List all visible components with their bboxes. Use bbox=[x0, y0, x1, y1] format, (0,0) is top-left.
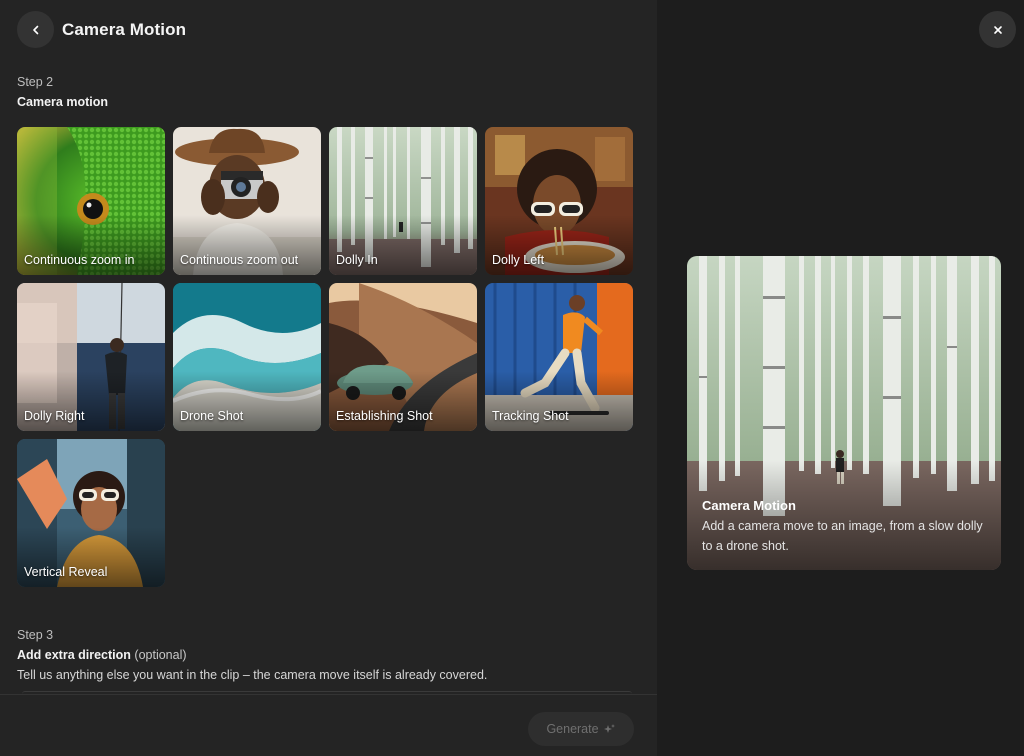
motion-card-label: Drone Shot bbox=[180, 409, 244, 423]
close-button[interactable] bbox=[979, 11, 1016, 48]
optional-label: (optional) bbox=[134, 648, 187, 662]
preview-description: Add a camera move to an image, from a sl… bbox=[702, 519, 983, 553]
sparkle-icon bbox=[603, 723, 615, 733]
preview-panel: Camera Motion Add a camera move to an im… bbox=[657, 0, 1024, 756]
motion-card-label: Dolly In bbox=[336, 253, 378, 267]
panel-header: Camera Motion bbox=[17, 11, 186, 48]
motion-card-establishing-shot[interactable]: Establishing Shot bbox=[329, 283, 477, 431]
motion-card-tracking-shot[interactable]: Tracking Shot bbox=[485, 283, 633, 431]
motion-card-label: Dolly Right bbox=[24, 409, 85, 423]
step2-label: Step 2 bbox=[17, 75, 54, 89]
motion-card-label: Establishing Shot bbox=[336, 409, 433, 423]
footer-divider bbox=[0, 694, 657, 695]
generate-button[interactable]: Generate bbox=[528, 712, 634, 746]
preview-title: Camera Motion bbox=[702, 498, 796, 513]
motion-card-dolly-right[interactable]: Dolly Right bbox=[17, 283, 165, 431]
motion-card-continuous-zoom-in[interactable]: Continuous zoom in bbox=[17, 127, 165, 275]
motion-card-dolly-left[interactable]: Dolly Left bbox=[485, 127, 633, 275]
step2-title: Camera motion bbox=[17, 95, 108, 109]
back-button[interactable] bbox=[17, 11, 54, 48]
configuration-panel: Camera Motion Step 2 Camera motion Conti… bbox=[0, 0, 657, 756]
motion-card-drone-shot[interactable]: Drone Shot bbox=[173, 283, 321, 431]
motion-card-vertical-reveal[interactable]: Vertical Reveal bbox=[17, 439, 165, 587]
chevron-left-icon bbox=[32, 25, 38, 34]
page-title: Camera Motion bbox=[62, 19, 187, 39]
generate-label: Generate bbox=[546, 722, 599, 736]
motion-card-label: Dolly Left bbox=[492, 253, 545, 267]
motion-card-continuous-zoom-out[interactable]: Continuous zoom out bbox=[173, 127, 321, 275]
motion-card-label: Continuous zoom out bbox=[180, 253, 299, 267]
motion-card-label: Continuous zoom in bbox=[24, 253, 135, 267]
preview-card: Camera Motion Add a camera move to an im… bbox=[687, 256, 1001, 570]
step3-label: Step 3 bbox=[17, 628, 54, 642]
motion-card-dolly-in[interactable]: Dolly In bbox=[329, 127, 477, 275]
motion-card-label: Vertical Reveal bbox=[24, 565, 108, 579]
close-icon bbox=[993, 25, 1002, 34]
app-window: Camera Motion Step 2 Camera motion Conti… bbox=[0, 0, 1024, 756]
motion-card-label: Tracking Shot bbox=[492, 409, 569, 423]
step3-title-text: Add extra direction bbox=[17, 648, 131, 662]
step3-title: Add extra direction (optional) bbox=[17, 648, 187, 662]
step3-helper-text: Tell us anything else you want in the cl… bbox=[17, 668, 488, 682]
